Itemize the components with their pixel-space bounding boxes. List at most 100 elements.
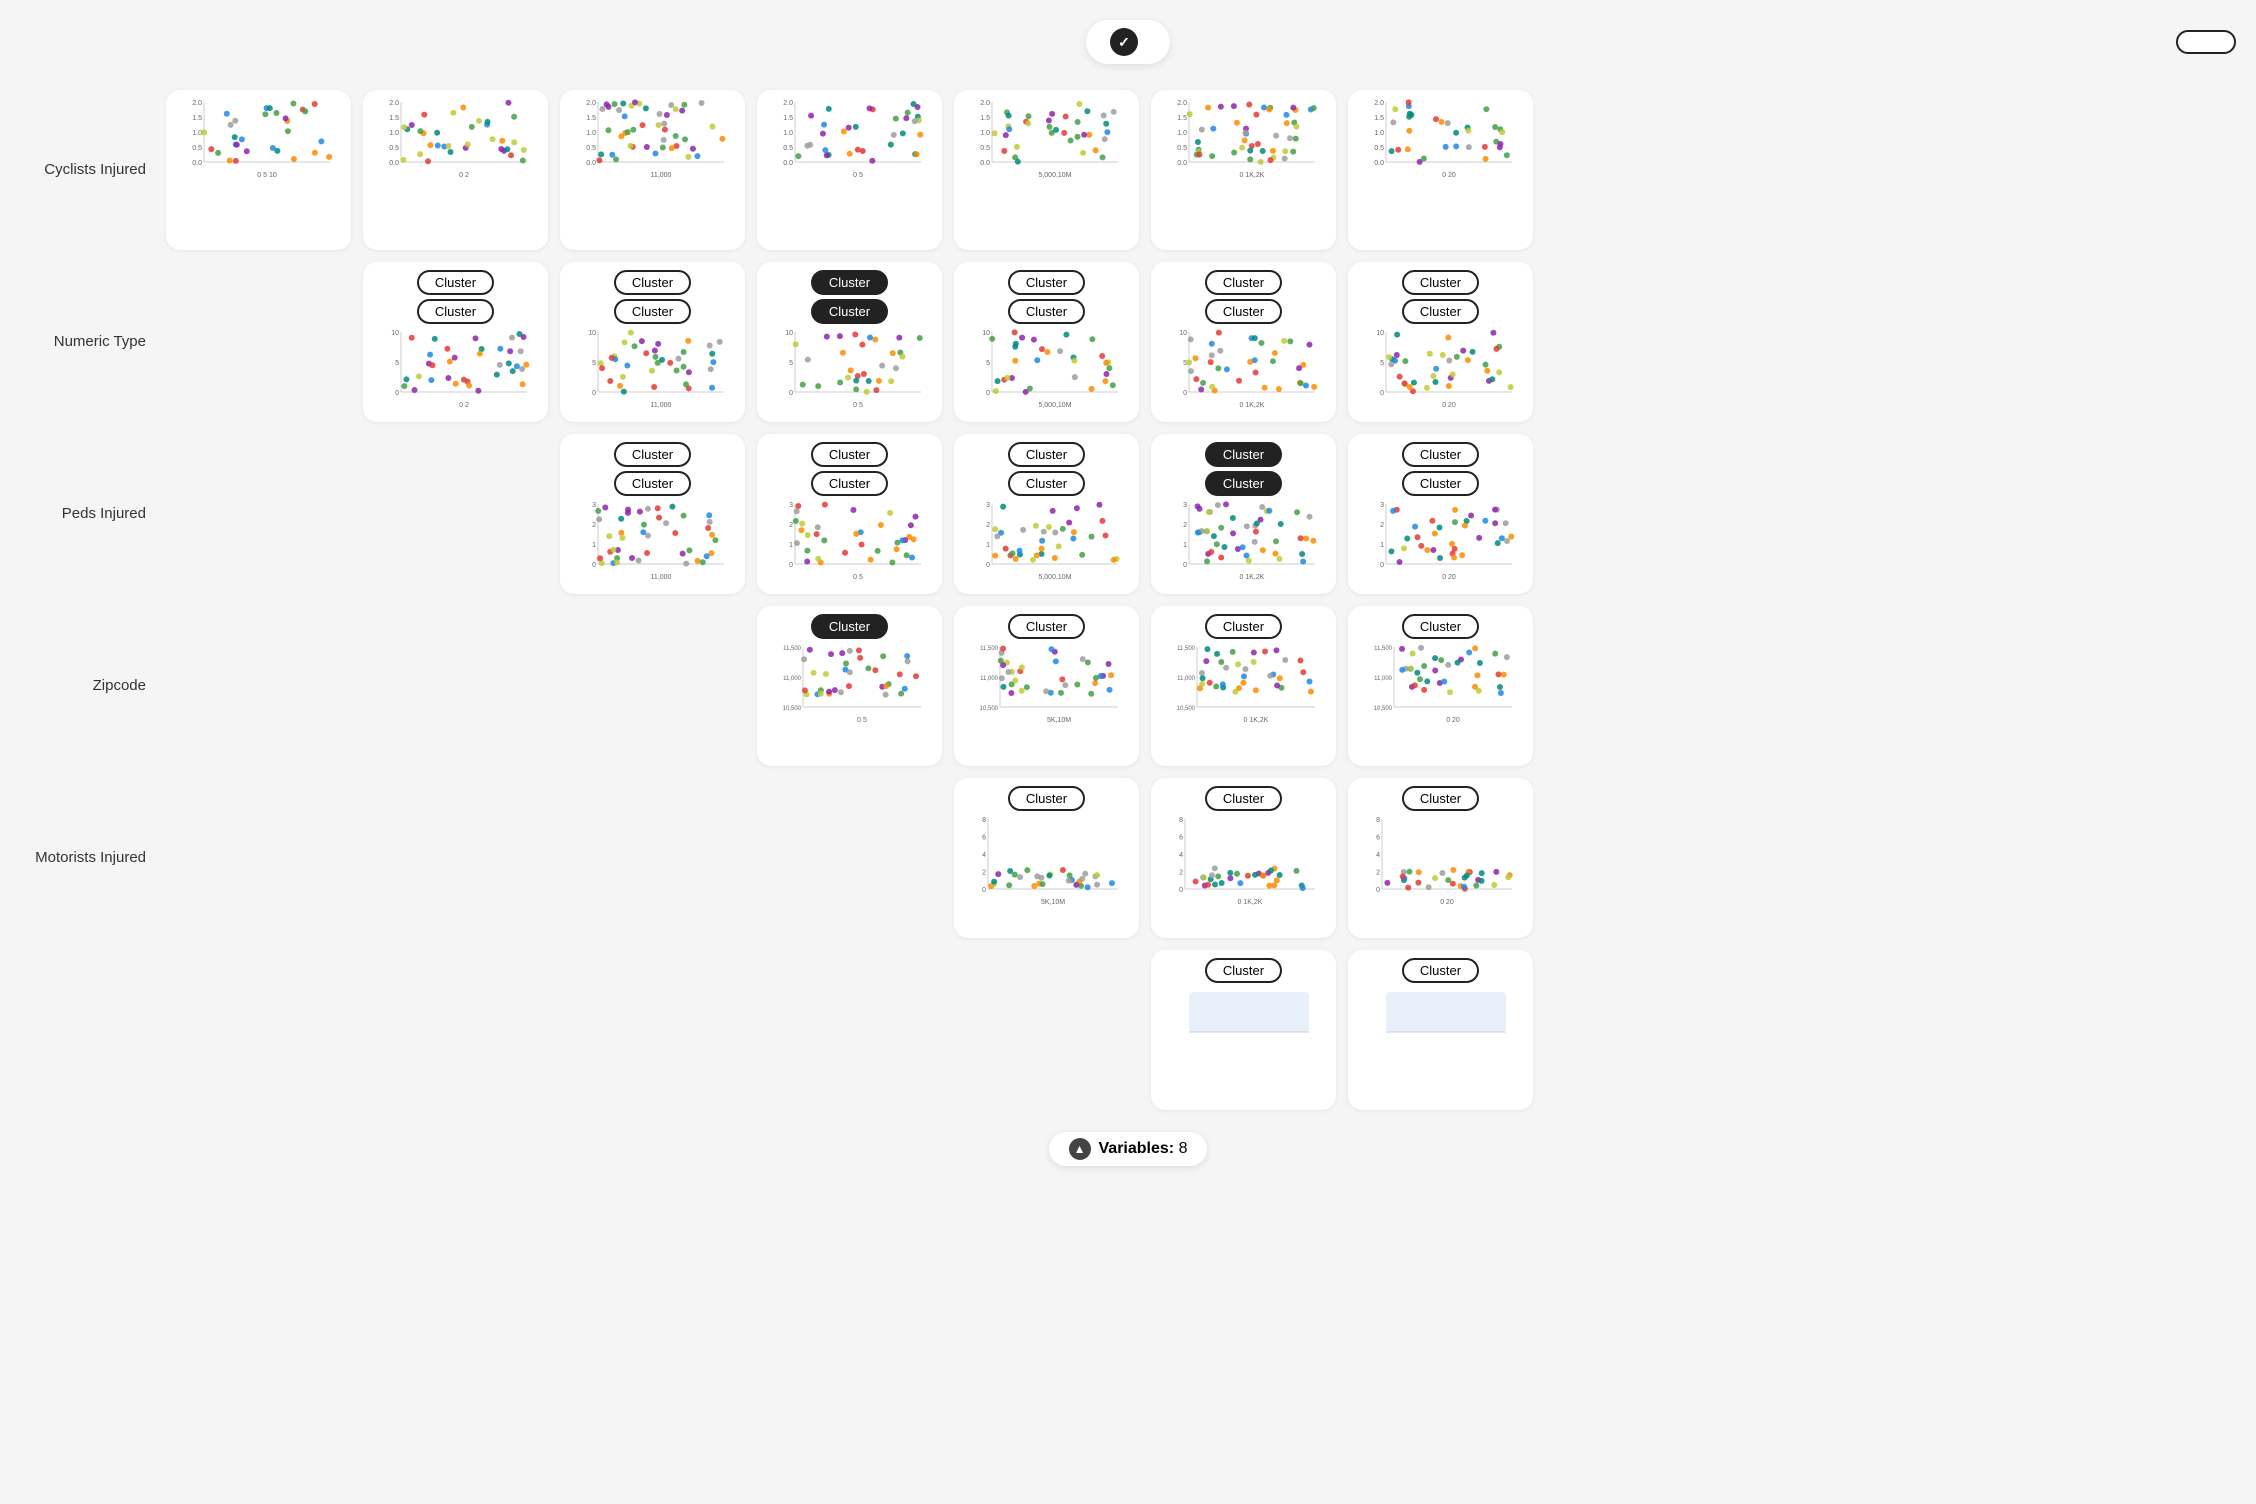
- svg-text:11,000: 11,000: [1374, 676, 1393, 682]
- cluster-button-numeric-0[interactable]: Cluster: [417, 270, 494, 295]
- row-zipcode: ZipcodeCluster11,50011,00010,5000 5Clust…: [20, 600, 2236, 772]
- cluster-button-peds-2[interactable]: Cluster: [1008, 442, 1085, 467]
- svg-text:2: 2: [789, 522, 793, 529]
- svg-text:10,500: 10,500: [782, 706, 801, 712]
- svg-text:0 5: 0 5: [853, 172, 863, 178]
- svg-text:0: 0: [395, 390, 399, 397]
- svg-text:0: 0: [1183, 390, 1187, 397]
- cluster-button-zipcode-0[interactable]: Cluster: [811, 614, 888, 639]
- svg-text:0: 0: [789, 562, 793, 569]
- svg-text:2: 2: [592, 522, 596, 529]
- cluster-button-numeric-3[interactable]: Cluster: [1008, 270, 1085, 295]
- cell-motorists-5: Cluster864200 1K,2K: [1151, 778, 1336, 938]
- svg-text:0: 0: [1380, 390, 1384, 397]
- cluster-button-peds-1[interactable]: Cluster: [811, 471, 888, 496]
- row-numeric-type: Numeric TypeClusterCluster10500 2Cluster…: [20, 256, 2236, 428]
- cell-extra-empty-3: [757, 950, 942, 1110]
- cluster-button-peds-3[interactable]: Cluster: [1205, 471, 1282, 496]
- svg-text:1.5: 1.5: [980, 115, 990, 122]
- cluster-button-numeric-1[interactable]: Cluster: [614, 270, 691, 295]
- cluster-button-zipcode-1[interactable]: Cluster: [1008, 614, 1085, 639]
- cluster-button-numeric-4[interactable]: Cluster: [1205, 299, 1282, 324]
- cluster-button-numeric-2[interactable]: Cluster: [811, 299, 888, 324]
- svg-text:10: 10: [1179, 330, 1187, 337]
- cell-motorists-empty-1: [363, 778, 548, 938]
- title-icon: ✓: [1110, 28, 1138, 56]
- svg-text:0.5: 0.5: [980, 145, 990, 152]
- svg-text:3: 3: [1183, 502, 1187, 509]
- svg-text:5K,10M: 5K,10M: [1040, 899, 1064, 905]
- svg-text:1.0: 1.0: [1374, 130, 1384, 137]
- svg-text:0.0: 0.0: [586, 160, 596, 167]
- svg-text:5,000,10M: 5,000,10M: [1038, 574, 1071, 580]
- svg-text:0: 0: [789, 390, 793, 397]
- cluster-button-extra-0[interactable]: Cluster: [1205, 958, 1282, 983]
- cell-cyclists-1: 2.01.51.00.50.00 2: [363, 90, 548, 250]
- svg-text:5: 5: [1380, 360, 1384, 367]
- cluster-button-numeric-4[interactable]: Cluster: [1205, 270, 1282, 295]
- cell-peds-2: ClusterCluster321011,000: [560, 434, 745, 594]
- cluster-button-peds-4[interactable]: Cluster: [1402, 442, 1479, 467]
- cell-peds-4: ClusterCluster32105,000,10M: [954, 434, 1139, 594]
- svg-text:6: 6: [1179, 835, 1183, 842]
- svg-text:4: 4: [982, 852, 986, 859]
- cluster-button-motorists-1[interactable]: Cluster: [1205, 786, 1282, 811]
- cluster-button-numeric-2[interactable]: Cluster: [811, 270, 888, 295]
- svg-text:11,000: 11,000: [650, 172, 671, 178]
- svg-text:0 1K,2K: 0 1K,2K: [1243, 717, 1268, 723]
- cluster-button-extra-1[interactable]: Cluster: [1402, 958, 1479, 983]
- cell-extra-5: Cluster: [1151, 950, 1336, 1110]
- cluster-button-peds-2[interactable]: Cluster: [1008, 471, 1085, 496]
- svg-text:2: 2: [1183, 522, 1187, 529]
- svg-text:0.0: 0.0: [192, 160, 202, 167]
- svg-text:0.0: 0.0: [980, 160, 990, 167]
- cluster-button-zipcode-2[interactable]: Cluster: [1205, 614, 1282, 639]
- svg-text:0.5: 0.5: [192, 145, 202, 152]
- svg-text:8: 8: [1179, 817, 1183, 824]
- svg-text:0 20: 0 20: [1442, 402, 1456, 408]
- svg-text:4: 4: [1376, 852, 1380, 859]
- row-label-zipcode: Zipcode: [20, 676, 160, 696]
- svg-text:0 1K,2K: 0 1K,2K: [1239, 402, 1264, 408]
- svg-text:11,000: 11,000: [980, 676, 999, 682]
- cluster-button-peds-0[interactable]: Cluster: [614, 471, 691, 496]
- cluster-button-peds-3[interactable]: Cluster: [1205, 442, 1282, 467]
- cluster-button-motorists-2[interactable]: Cluster: [1402, 786, 1479, 811]
- svg-text:0 20: 0 20: [1440, 899, 1454, 905]
- cluster-button-numeric-0[interactable]: Cluster: [417, 299, 494, 324]
- cluster-button-peds-4[interactable]: Cluster: [1402, 471, 1479, 496]
- variables-label: Variables: 8: [1099, 1140, 1188, 1158]
- svg-text:10: 10: [785, 330, 793, 337]
- cluster-button-numeric-5[interactable]: Cluster: [1402, 270, 1479, 295]
- svg-text:10: 10: [391, 330, 399, 337]
- svg-text:0.5: 0.5: [586, 145, 596, 152]
- cell-cyclists-5: 2.01.51.00.50.00 1K,2K: [1151, 90, 1336, 250]
- svg-text:3: 3: [986, 502, 990, 509]
- cluster-button-zipcode-3[interactable]: Cluster: [1402, 614, 1479, 639]
- svg-text:11,000: 11,000: [650, 574, 671, 580]
- row-extra: Cluster Cluster: [20, 944, 2236, 1116]
- svg-text:11,500: 11,500: [980, 646, 999, 652]
- scatterplot-matrix: Cyclists Injured2.01.51.00.50.00 5 102.0…: [20, 84, 2236, 1116]
- cluster-button-numeric-3[interactable]: Cluster: [1008, 299, 1085, 324]
- svg-text:2.0: 2.0: [586, 100, 596, 107]
- svg-text:0.5: 0.5: [1177, 145, 1187, 152]
- cluster-button-numeric-1[interactable]: Cluster: [614, 299, 691, 324]
- cluster-button-peds-0[interactable]: Cluster: [614, 442, 691, 467]
- clear-levels-button[interactable]: [2176, 30, 2236, 54]
- cluster-button-motorists-0[interactable]: Cluster: [1008, 786, 1085, 811]
- svg-text:0 2: 0 2: [459, 172, 469, 178]
- svg-text:1.0: 1.0: [389, 130, 399, 137]
- cell-cyclists-2: 2.01.51.00.50.011,000: [560, 90, 745, 250]
- svg-text:1.5: 1.5: [783, 115, 793, 122]
- cell-peds-5: ClusterCluster32100 1K,2K: [1151, 434, 1336, 594]
- svg-text:0: 0: [986, 390, 990, 397]
- svg-text:6: 6: [1376, 835, 1380, 842]
- svg-text:10: 10: [588, 330, 596, 337]
- svg-text:2: 2: [1179, 870, 1183, 877]
- cluster-button-peds-1[interactable]: Cluster: [811, 442, 888, 467]
- cluster-button-numeric-5[interactable]: Cluster: [1402, 299, 1479, 324]
- svg-text:2: 2: [1376, 870, 1380, 877]
- title-badge: ✓: [1086, 20, 1170, 64]
- svg-text:1: 1: [1183, 542, 1187, 549]
